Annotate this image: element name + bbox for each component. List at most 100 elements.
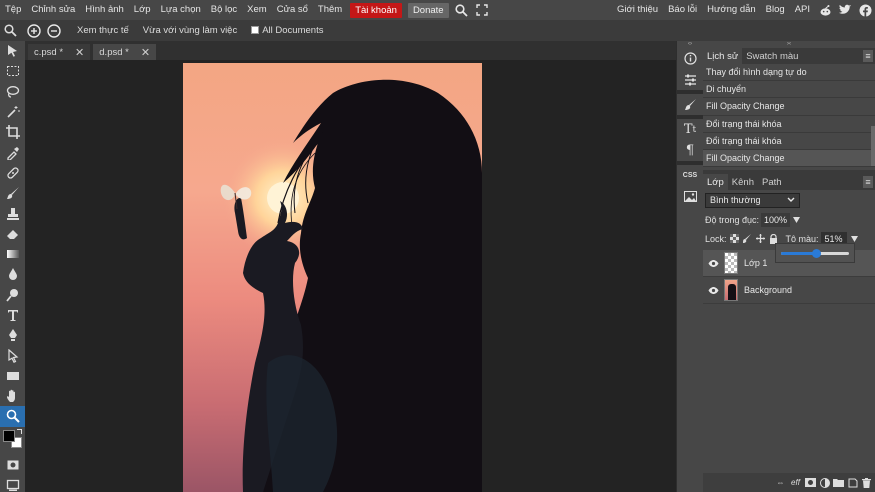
panel-menu-icon[interactable]: ≡ (863, 176, 873, 188)
stamp-tool-icon[interactable] (0, 203, 25, 223)
fill-slider-knob[interactable] (811, 248, 821, 258)
magic-wand-tool-icon[interactable] (0, 102, 25, 122)
screen-mode-icon[interactable] (0, 475, 25, 492)
css-icon[interactable]: CSS (677, 165, 703, 186)
history-scrollbar[interactable] (871, 126, 875, 166)
history-item[interactable]: Fill Opacity Change (703, 98, 875, 116)
canvas-area[interactable] (25, 60, 676, 492)
dropdown-arrow-icon[interactable] (793, 215, 801, 225)
lock-all-icon[interactable] (769, 233, 779, 244)
zoom-out-icon[interactable] (44, 21, 64, 41)
adjustments-icon[interactable] (677, 69, 703, 90)
blend-mode-select[interactable]: Bình thường (705, 192, 800, 208)
history-item[interactable]: Fill Opacity Change (703, 149, 875, 168)
info-icon[interactable] (677, 48, 703, 69)
tab-swatches[interactable]: Swatch màu (742, 48, 802, 64)
layer-row[interactable]: Background (703, 277, 875, 304)
collapse-arrows-icon[interactable]: ‹› (677, 41, 703, 48)
menu-image[interactable]: Hình ảnh (80, 0, 129, 20)
close-icon[interactable]: ✕ (141, 46, 150, 59)
delete-layer-icon[interactable] (861, 477, 872, 488)
search-icon[interactable] (452, 0, 472, 20)
fullscreen-icon[interactable] (472, 0, 492, 20)
tab-paths[interactable]: Path (758, 174, 786, 190)
history-item[interactable]: Thay đổi hình dạng tự do (703, 64, 875, 82)
crop-tool-icon[interactable] (0, 122, 25, 142)
eye-icon[interactable] (703, 259, 723, 267)
healing-tool-icon[interactable] (0, 163, 25, 183)
account-button[interactable]: Tài khoản (350, 2, 402, 18)
move-tool-icon[interactable] (0, 41, 25, 61)
brush-settings-icon[interactable] (677, 94, 703, 115)
menu-view[interactable]: Xem (242, 0, 272, 20)
zoom-in-icon[interactable] (24, 21, 44, 41)
lock-position-icon[interactable] (756, 234, 766, 244)
menu-window[interactable]: Cửa sổ (272, 0, 313, 20)
lock-transparency-icon[interactable] (730, 234, 740, 244)
fill-slider-track[interactable] (781, 248, 849, 258)
rectangle-tool-icon[interactable] (0, 366, 25, 386)
all-documents-checkbox[interactable]: All Documents (244, 25, 330, 36)
checkbox-box[interactable] (251, 26, 260, 34)
image-icon[interactable] (677, 186, 703, 207)
eraser-tool-icon[interactable] (0, 224, 25, 244)
tab-d-psd[interactable]: d.psd * ✕ (93, 44, 157, 60)
dropdown-arrow-icon[interactable] (850, 234, 858, 244)
facebook-icon[interactable] (855, 0, 875, 20)
type-tool-icon[interactable] (0, 305, 25, 325)
character-icon[interactable]: Tt (677, 119, 703, 140)
foreground-color-swatch[interactable] (3, 429, 15, 442)
menu-filter[interactable]: Bộ lọc (206, 0, 242, 20)
effects-icon[interactable]: eff (789, 477, 802, 488)
marquee-tool-icon[interactable] (0, 61, 25, 81)
menu-api[interactable]: API (790, 0, 815, 20)
blur-tool-icon[interactable] (0, 264, 25, 284)
menu-more[interactable]: Thêm (313, 0, 347, 20)
tab-c-psd[interactable]: c.psd * ✕ (28, 44, 91, 60)
path-select-tool-icon[interactable] (0, 345, 25, 365)
menu-report-bug[interactable]: Báo lỗi (663, 0, 702, 20)
color-swatches[interactable] (0, 427, 25, 453)
menu-edit[interactable]: Chỉnh sửa (26, 0, 80, 20)
adjustment-layer-icon[interactable] (819, 477, 830, 488)
quick-mask-icon[interactable] (0, 455, 25, 475)
history-item[interactable]: Di chuyển (703, 81, 875, 99)
opacity-input[interactable]: 100% (761, 212, 791, 227)
dodge-tool-icon[interactable] (0, 285, 25, 305)
fill-slider-popup[interactable] (775, 243, 855, 263)
zoom-tool-button-icon[interactable] (0, 406, 25, 427)
swap-colors-icon[interactable] (17, 428, 22, 434)
hand-tool-icon[interactable] (0, 386, 25, 406)
actual-pixels-button[interactable]: Xem thực tế (70, 25, 136, 36)
menu-blog[interactable]: Blog (761, 0, 790, 20)
history-item[interactable]: Đổi trạng thái khóa (703, 132, 875, 150)
twitter-icon[interactable] (835, 0, 855, 20)
tab-layers[interactable]: Lớp (703, 174, 728, 190)
close-icon[interactable]: ✕ (75, 46, 84, 59)
collapse-arrows-icon[interactable]: ›‹ (703, 41, 875, 48)
tab-channels[interactable]: Kênh (728, 174, 758, 190)
panel-menu-icon[interactable]: ≡ (863, 50, 873, 62)
menu-file[interactable]: Tệp (0, 0, 26, 20)
menu-layer[interactable]: Lớp (129, 0, 156, 20)
eye-icon[interactable] (703, 286, 723, 294)
mask-icon[interactable] (805, 477, 816, 488)
eyedropper-tool-icon[interactable] (0, 142, 25, 162)
donate-button[interactable]: Donate (407, 2, 449, 18)
pen-tool-icon[interactable] (0, 325, 25, 345)
link-layers-icon[interactable]: ⇔ (775, 477, 786, 488)
gradient-tool-icon[interactable] (0, 244, 25, 264)
lock-paint-icon[interactable] (743, 234, 753, 244)
lasso-tool-icon[interactable] (0, 82, 25, 102)
history-item[interactable]: Đổi trạng thái khóa (703, 115, 875, 133)
tab-history[interactable]: Lịch sử (703, 48, 743, 64)
paragraph-icon[interactable]: ¶ (677, 140, 703, 161)
brush-tool-icon[interactable] (0, 183, 25, 203)
menu-guide[interactable]: Hướng dẫn (702, 0, 761, 20)
menu-about[interactable]: Giới thiệu (612, 0, 663, 20)
new-layer-icon[interactable] (847, 477, 858, 488)
document-image[interactable] (183, 63, 482, 492)
fit-area-button[interactable]: Vừa với vùng làm việc (136, 25, 244, 36)
reddit-icon[interactable] (815, 0, 835, 20)
menu-select[interactable]: Lựa chọn (156, 0, 206, 20)
